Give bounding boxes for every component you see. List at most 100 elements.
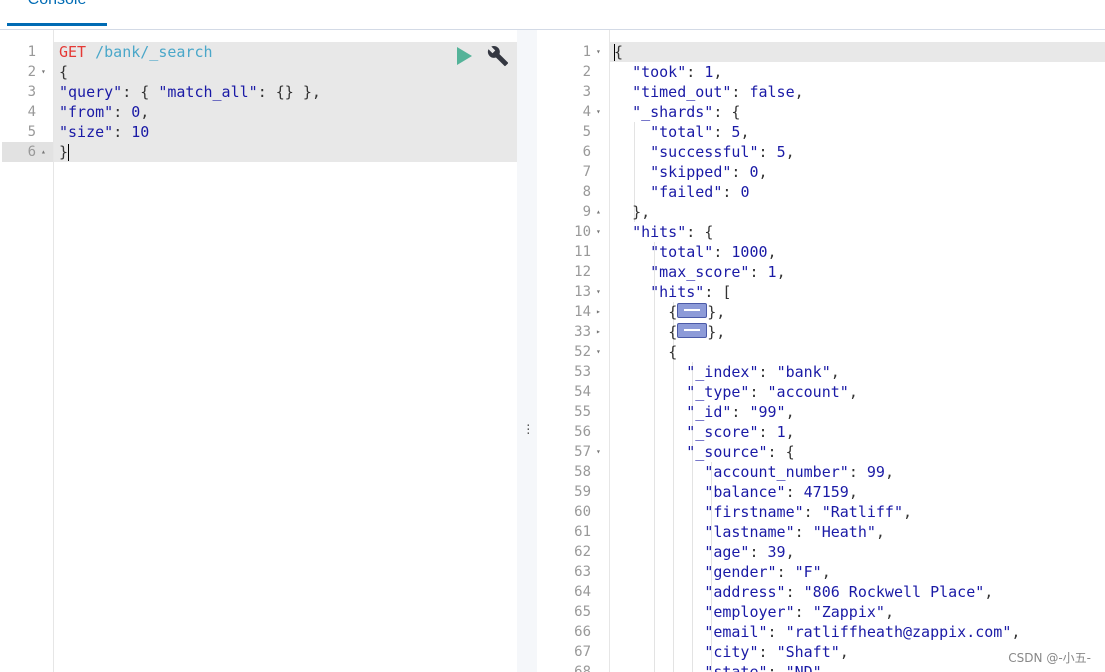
response-line-number: 5 <box>582 124 591 140</box>
response-line-number: 58 <box>574 464 591 480</box>
response-line: "_source": { <box>686 443 795 461</box>
response-line-number: 66 <box>574 624 591 640</box>
response-line-number: 7 <box>582 164 591 180</box>
response-line-number: 12 <box>574 264 591 280</box>
watermark: CSDN @-小五- <box>1008 651 1091 665</box>
response-line-number: 10 <box>574 224 591 240</box>
response-line-number: 11 <box>574 244 591 260</box>
response-line-number: 57 <box>574 444 591 460</box>
collapsed-suffix: }, <box>707 303 726 321</box>
text-cursor <box>614 44 615 61</box>
request-line-number: 3 <box>27 84 36 100</box>
request-line: "from": 0, <box>59 103 150 121</box>
response-line-number: 13 <box>574 284 591 300</box>
response-line: "max_score": 1, <box>650 263 786 281</box>
fold-toggle-icon[interactable]: ▸ <box>596 322 601 342</box>
fold-toggle-icon[interactable]: ▾ <box>596 102 601 122</box>
response-line-number: 68 <box>574 664 591 672</box>
request-line-number: 4 <box>27 104 36 120</box>
response-line-number: 53 <box>574 364 591 380</box>
request-line-number: 6 <box>27 144 36 160</box>
request-line-number: 2 <box>27 64 36 80</box>
response-line-number: 61 <box>574 524 591 540</box>
response-line-number: 3 <box>582 84 591 100</box>
response-line-number: 33 <box>574 324 591 340</box>
response-line: "total": 5, <box>650 123 750 141</box>
response-line: "_score": 1, <box>686 423 795 441</box>
fold-toggle-icon[interactable]: ▸ <box>596 302 601 322</box>
response-line-number: 6 <box>582 144 591 160</box>
collapsed-suffix: }, <box>707 323 726 341</box>
fold-toggle-icon[interactable]: ▴ <box>596 202 601 222</box>
text-cursor <box>68 144 69 161</box>
request-line: } <box>59 143 69 161</box>
response-line-number: 9 <box>582 204 591 220</box>
top-tab-bar: Console <box>0 0 1105 30</box>
fold-toggle-icon[interactable]: ▾ <box>41 62 46 82</box>
fold-toggle-icon[interactable]: ▾ <box>596 42 601 62</box>
response-line: "hits": { <box>632 223 714 241</box>
response-line: "_index": "bank", <box>686 363 840 381</box>
response-line: }, <box>632 203 651 221</box>
response-line-number: 60 <box>574 504 591 520</box>
response-line: { <box>668 343 678 361</box>
response-line: "successful": 5, <box>650 143 795 161</box>
response-line: "firstname": "Ratliff", <box>704 503 913 521</box>
collapsed-object-icon[interactable] <box>677 323 708 338</box>
response-line-number: 1 <box>582 44 591 60</box>
response-line: "_shards": { <box>632 103 741 121</box>
response-line: "address": "806 Rockwell Place", <box>704 583 994 601</box>
response-line-number: 52 <box>574 344 591 360</box>
response-line: {}, <box>668 323 726 341</box>
response-line: "city": "Shaft", <box>704 643 849 661</box>
fold-toggle-icon[interactable]: ▾ <box>596 222 601 242</box>
play-icon[interactable] <box>457 47 472 65</box>
response-line: "gender": "F", <box>704 563 831 581</box>
response-line-number: 56 <box>574 424 591 440</box>
response-line-number: 55 <box>574 404 591 420</box>
request-line: { <box>59 63 69 81</box>
response-line-number: 63 <box>574 564 591 580</box>
response-viewer[interactable]: 1 ▾ 2 3 4 ▾ 5 6 7 8 9 ▴ 10 ▾ 11 12 13 ▾ 14 ▸ 33 ▸ 52 ▾ 53 54 55 56 5… <box>537 30 1105 672</box>
response-line-number: 67 <box>574 644 591 660</box>
response-line-number: 54 <box>574 384 591 400</box>
response-line: "lastname": "Heath", <box>704 523 885 541</box>
fold-toggle-icon[interactable]: ▾ <box>596 342 601 362</box>
response-line: "took": 1, <box>632 63 723 81</box>
pane-resizer[interactable]: · · · <box>517 30 537 672</box>
request-line-number: 1 <box>27 44 36 60</box>
response-line: { <box>614 43 624 61</box>
response-line: "employer": "Zappix", <box>704 603 894 621</box>
response-line: "account_number": 99, <box>704 463 894 481</box>
tab-console[interactable]: Console <box>7 0 107 26</box>
response-line: "_type": "account", <box>686 383 858 401</box>
response-line-number: 62 <box>574 544 591 560</box>
fold-toggle-icon[interactable]: ▾ <box>596 282 601 302</box>
wrench-icon[interactable] <box>487 45 509 67</box>
collapsed-object-icon[interactable] <box>677 303 708 318</box>
request-line: "size": 10 <box>59 123 150 141</box>
request-line: GET /bank/_search <box>59 42 213 62</box>
response-line-number: 4 <box>582 104 591 120</box>
response-line: "state": "ND", <box>704 663 831 672</box>
fold-toggle-icon[interactable]: ▴ <box>41 142 46 162</box>
request-line: "query": { "match_all": {} }, <box>59 83 321 101</box>
response-line: "failed": 0 <box>650 183 750 201</box>
response-line: "age": 39, <box>704 543 795 561</box>
response-line: "hits": [ <box>650 283 732 301</box>
tab-console-label: Console <box>28 0 87 8</box>
response-line: "balance": 47159, <box>704 483 858 501</box>
response-line: "skipped": 0, <box>650 163 768 181</box>
fold-toggle-icon[interactable]: ▾ <box>596 442 601 462</box>
active-tab-indicator <box>7 23 107 26</box>
request-method: GET <box>59 43 87 61</box>
response-line-number: 59 <box>574 484 591 500</box>
response-line: {}, <box>668 303 726 321</box>
response-line-number: 64 <box>574 584 591 600</box>
response-line: "email": "ratliffheath@zappix.com", <box>704 623 1021 641</box>
resize-handle-icon: · · · <box>525 419 532 440</box>
request-editor[interactable]: 1 2 3 4 5 6 ▾ ▴ GET /bank/_search{ "query": { "ma… <box>0 30 517 672</box>
response-line-number: 14 <box>574 304 591 320</box>
response-line-number: 2 <box>582 64 591 80</box>
request-line-number: 5 <box>27 124 36 140</box>
